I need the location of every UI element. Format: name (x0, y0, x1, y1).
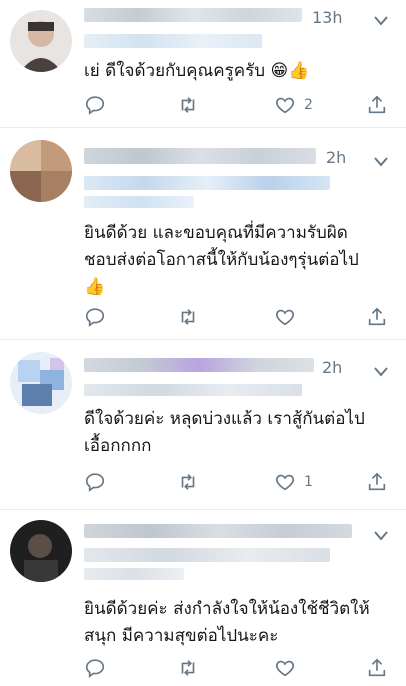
tweet-1[interactable]: 13h เย่ ดีใจด้วยกับคุณครูครับ 😁👍 2 (0, 0, 406, 128)
chevron-down-icon[interactable] (374, 362, 388, 377)
share-button[interactable] (366, 470, 388, 494)
tweet-text-line: เย่ ดีใจด้วยกับคุณครูครับ 😁👍 (84, 61, 310, 81)
like-button[interactable]: 1 (274, 470, 313, 494)
tweet-time: 2h (326, 148, 347, 167)
heart-icon (275, 474, 295, 491)
avatar[interactable] (10, 10, 72, 72)
tweet-text-line: เอื้อกกกก (84, 436, 152, 456)
chevron-down-icon[interactable] (374, 11, 388, 26)
like-count: 1 (304, 474, 313, 490)
share-icon (368, 472, 386, 491)
reply-icon (85, 659, 105, 678)
tweet-time: 13h (312, 8, 343, 27)
retweet-icon (181, 97, 195, 113)
like-button[interactable] (274, 305, 304, 329)
share-button[interactable] (366, 305, 388, 329)
reply-button[interactable] (84, 93, 106, 117)
heart-icon (275, 660, 295, 677)
reply-button[interactable] (84, 305, 106, 329)
like-button[interactable] (274, 656, 304, 680)
tweet-text-line: ชอบส่งต่อโอกาสนี้ให้กับน้องๆรุ่นต่อไป (84, 250, 359, 270)
tweet-text: ดีใจด้วยค่ะ หลุดบ่วงแล้ว เราสู้กันต่อไป … (84, 406, 392, 460)
tweet-actions: 2 (84, 93, 394, 117)
author-name-pixelated (84, 524, 352, 538)
author-name-pixelated (84, 8, 302, 22)
share-icon (368, 658, 386, 677)
retweet-button[interactable] (177, 93, 199, 117)
heart-icon (275, 97, 295, 114)
tweet-2[interactable]: 2h ยินดีด้วย และขอบคุณที่มีความรับผิด ชอ… (0, 128, 406, 340)
retweet-button[interactable] (177, 656, 199, 680)
reply-icon (85, 473, 105, 492)
chevron-down-icon[interactable] (374, 526, 388, 541)
tweet-text-line: 👍 (84, 277, 106, 297)
like-count: 2 (304, 97, 313, 113)
reply-timeline: 13h เย่ ดีใจด้วยกับคุณครูครับ 😁👍 2 2h ยิ… (0, 0, 406, 686)
tweet-text: ยินดีด้วยค่ะ ส่งกำลังใจให้น้องใช้ชีวิตให… (84, 596, 392, 650)
reply-icon (85, 96, 105, 115)
retweet-button[interactable] (177, 470, 199, 494)
retweet-icon (181, 474, 195, 490)
avatar[interactable] (10, 520, 72, 582)
author-handle-pixelated (84, 568, 184, 580)
tweet-actions (84, 305, 394, 329)
share-icon (368, 95, 386, 114)
tweet-actions: 1 (84, 470, 394, 494)
tweet-text-line: ยินดีด้วย และขอบคุณที่มีความรับผิด (84, 223, 348, 243)
share-button[interactable] (366, 656, 388, 680)
retweet-button[interactable] (177, 305, 199, 329)
share-icon (368, 307, 386, 326)
author-handle-pixelated (84, 548, 330, 562)
tweet-text: เย่ ดีใจด้วยกับคุณครูครับ 😁👍 (84, 58, 392, 85)
reply-button[interactable] (84, 656, 106, 680)
share-button[interactable] (366, 93, 388, 117)
reply-icon (85, 308, 105, 327)
tweet-text-line: สนุก มีความสุขต่อไปนะคะ (84, 626, 279, 646)
tweet-4[interactable]: ยินดีด้วยค่ะ ส่งกำลังใจให้น้องใช้ชีวิตให… (0, 510, 406, 686)
tweet-text-line: ดีใจด้วยค่ะ หลุดบ่วงแล้ว เราสู้กันต่อไป (84, 409, 365, 429)
heart-icon (275, 309, 295, 326)
avatar[interactable] (10, 352, 72, 414)
like-button[interactable]: 2 (274, 93, 313, 117)
chevron-down-icon[interactable] (374, 152, 388, 167)
reply-button[interactable] (84, 470, 106, 494)
avatar[interactable] (10, 140, 72, 202)
author-handle-pixelated (84, 176, 330, 190)
tweet-text-line: ยินดีด้วยค่ะ ส่งกำลังใจให้น้องใช้ชีวิตให… (84, 599, 370, 619)
author-handle-pixelated (84, 196, 194, 208)
retweet-icon (181, 660, 195, 676)
tweet-3[interactable]: 2h ดีใจด้วยค่ะ หลุดบ่วงแล้ว เราสู้กันต่อ… (0, 340, 406, 510)
author-handle-pixelated (84, 384, 302, 396)
tweet-time: 2h (322, 358, 343, 377)
author-handle-pixelated (84, 34, 262, 48)
author-name-pixelated (84, 358, 314, 372)
author-name-pixelated (84, 148, 316, 164)
retweet-icon (181, 309, 195, 325)
tweet-text: ยินดีด้วย และขอบคุณที่มีความรับผิด ชอบส่… (84, 220, 392, 301)
tweet-actions (84, 656, 394, 680)
